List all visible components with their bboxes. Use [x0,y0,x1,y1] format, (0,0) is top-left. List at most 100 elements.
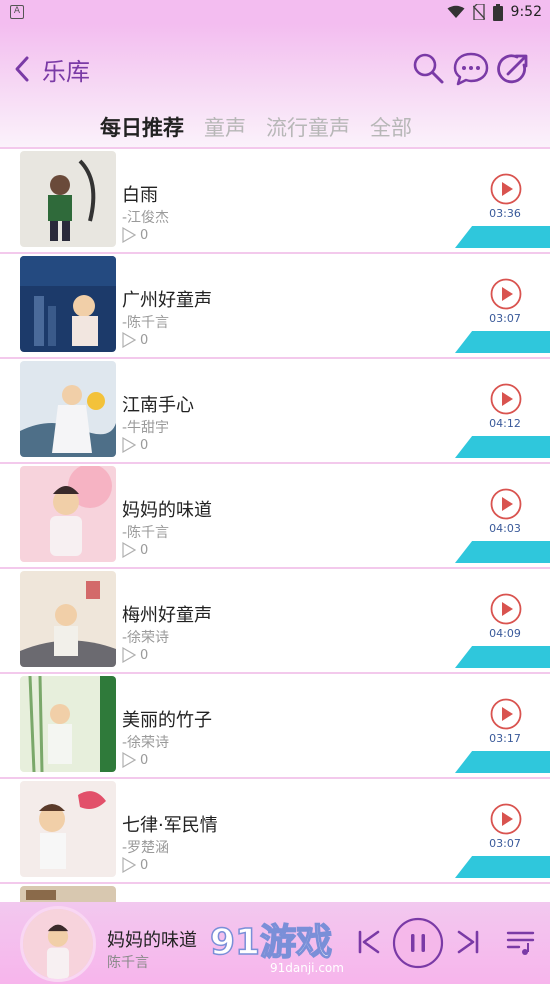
accent-tab [455,541,550,563]
svg-text:91游戏: 91游戏 [210,922,332,963]
song-artist: -罗楚涵 [122,840,170,856]
tab-all[interactable]: 全部 [370,112,412,148]
play-button[interactable] [490,488,522,520]
clock: 9:52 [510,4,542,20]
play-count-icon [122,437,136,453]
play-button[interactable] [490,593,522,625]
song-duration: 03:17 [489,732,521,745]
album-cover-image[interactable] [20,781,116,877]
accent-tab [455,856,550,878]
song-row[interactable]: 七律·军民情 -罗楚涵 0 03:07 [0,777,550,882]
page-title: 乐库 [42,58,90,86]
song-duration: 04:09 [489,627,521,640]
song-row[interactable]: 梅州好童声 -徐荣诗 0 04:09 [0,567,550,672]
song-title: 美丽的竹子 [122,710,212,731]
watermark-logo: 91游戏 91danji.com [209,921,344,975]
play-count: 0 [122,226,148,244]
play-count: 0 [122,646,148,664]
play-count-value: 0 [140,857,149,873]
play-count-value: 0 [140,752,149,768]
song-row[interactable]: 白雨 -江俊杰 0 03:36 [0,147,550,252]
song-duration: 04:12 [489,417,521,430]
song-artist: -徐荣诗 [122,630,170,646]
play-button[interactable] [490,803,522,835]
song-row[interactable]: 广州好童声 -陈千言 0 03:07 [0,252,550,357]
song-duration: 03:07 [489,837,521,850]
category-tabs: 每日推荐 童声 流行童声 全部 [100,108,412,150]
now-playing-bar[interactable]: 妈妈的味道 陈千言 91游戏 91danji.com [0,902,550,984]
song-artist: -牛甜宇 [122,420,170,436]
status-icons: 9:52 [447,3,542,21]
song-artist: -陈千言 [122,315,170,331]
status-bar: A 9:52 [0,0,550,24]
play-count: 0 [122,541,148,559]
song-row[interactable]: 美丽的竹子 -徐荣诗 0 03:17 [0,672,550,777]
song-title: 广州好童声 [122,290,212,311]
tab-children-voice[interactable]: 童声 [204,112,246,148]
back-arrow-icon[interactable] [10,54,36,84]
header: 乐库 每日推荐 童声 流行童声 全部 [0,24,550,150]
play-button[interactable] [490,173,522,205]
play-count-value: 0 [140,542,149,558]
play-count-icon [122,857,136,873]
tab-pop-children-voice[interactable]: 流行童声 [266,112,350,148]
now-playing-title: 妈妈的味道 [107,930,197,951]
tab-daily-recommend[interactable]: 每日推荐 [100,112,184,150]
album-cover-image[interactable] [20,466,116,562]
svg-text:91danji.com: 91danji.com [270,961,344,975]
song-artist: -徐荣诗 [122,735,170,751]
play-count-value: 0 [140,227,149,243]
song-duration: 04:03 [489,522,521,535]
search-icon[interactable] [410,50,448,88]
accent-tab [455,436,550,458]
no-sim-icon [472,4,485,20]
play-count-icon [122,542,136,558]
play-button[interactable] [490,383,522,415]
song-artist: -江俊杰 [122,210,170,226]
now-playing-artist: 陈千言 [107,955,149,971]
wifi-icon [447,5,465,18]
play-count: 0 [122,751,148,769]
now-playing-cover[interactable] [20,906,96,982]
play-count-icon [122,647,136,663]
accent-tab [455,331,550,353]
app-notification-icon: A [10,5,24,19]
album-cover-image[interactable] [20,676,116,772]
play-count-icon [122,752,136,768]
song-title: 梅州好童声 [122,605,212,626]
play-count: 0 [122,331,148,349]
song-row[interactable]: 江南手心 -牛甜宇 0 04:12 [0,357,550,462]
song-duration: 03:36 [489,207,521,220]
album-cover-image[interactable] [20,886,116,902]
album-cover-image[interactable] [20,151,116,247]
message-icon[interactable] [452,50,490,88]
song-duration: 03:07 [489,312,521,325]
song-title: 七律·军民情 [122,815,218,836]
album-cover-image[interactable] [20,256,116,352]
accent-tab [455,646,550,668]
play-count-icon [122,332,136,348]
song-row-partial[interactable] [0,882,550,902]
song-row[interactable]: 妈妈的味道 -陈千言 0 04:03 [0,462,550,567]
battery-icon [492,3,503,21]
song-artist: -陈千言 [122,525,170,541]
play-count: 0 [122,436,148,454]
accent-tab [455,226,550,248]
next-track-icon[interactable] [455,928,481,956]
song-title: 江南手心 [122,395,194,416]
play-button[interactable] [490,698,522,730]
play-button[interactable] [490,278,522,310]
playlist-icon[interactable] [505,926,537,958]
song-title: 妈妈的味道 [122,500,212,521]
previous-track-icon[interactable] [356,928,382,956]
play-count-icon [122,227,136,243]
play-count-value: 0 [140,647,149,663]
accent-tab [455,751,550,773]
share-icon[interactable] [494,50,532,88]
album-cover-image[interactable] [20,571,116,667]
play-count: 0 [122,856,148,874]
song-list[interactable]: 白雨 -江俊杰 0 03:36 广州好童声 -陈千言 0 03:07 江南手心 [0,147,550,902]
play-count-value: 0 [140,332,149,348]
album-cover-image[interactable] [20,361,116,457]
pause-button[interactable] [392,917,444,969]
